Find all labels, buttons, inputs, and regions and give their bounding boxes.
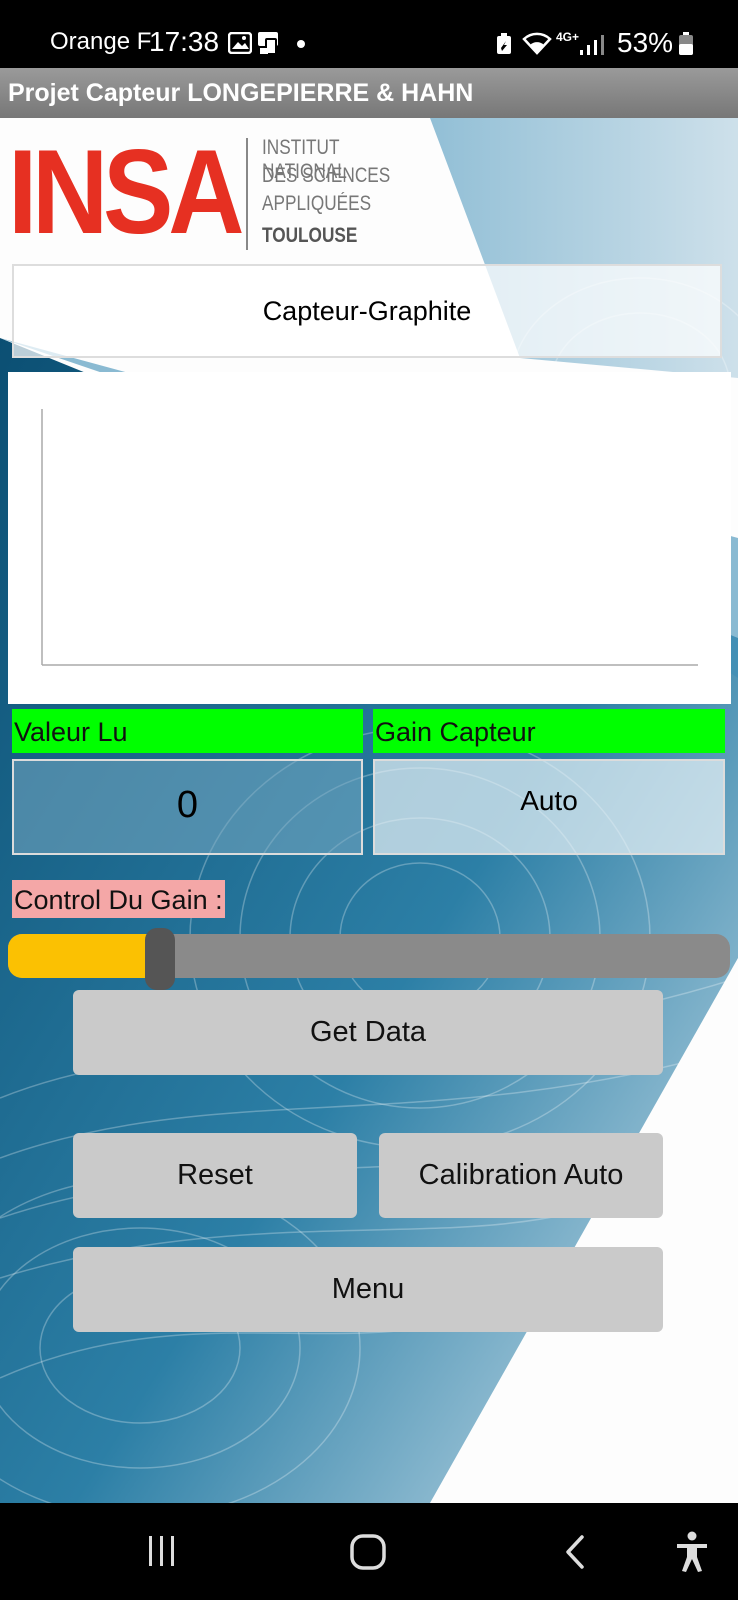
network-type: 4G+ (556, 30, 580, 44)
value-read-display: 0 (12, 759, 363, 855)
sensor-gain-label: Gain Capteur (373, 709, 725, 753)
status-bar: Orange F 17:38 4G+ 53% (0, 0, 738, 68)
logo-line-3: APPLIQUÉES (262, 192, 372, 215)
battery-percent: 53% (617, 27, 674, 58)
signal-icon (580, 35, 604, 55)
logo-divider (246, 138, 248, 250)
menu-button[interactable]: Menu (73, 1247, 663, 1332)
logo-wordmark: INSA (8, 125, 244, 259)
battery-saver-icon (497, 33, 511, 54)
home-icon[interactable] (348, 1533, 388, 1571)
logo-line-4: TOULOUSE (262, 224, 358, 247)
carrier-name: Orange F (50, 28, 152, 55)
app-title: Projet Capteur LONGEPIERRE & HAHN (8, 79, 474, 107)
reset-button[interactable]: Reset (73, 1133, 357, 1218)
battery-icon (679, 32, 693, 55)
gallery-icon (228, 32, 252, 54)
chart-plot-area (41, 409, 698, 666)
value-read: 0 (176, 784, 199, 826)
get-data-button[interactable]: Get Data (73, 990, 663, 1075)
gain-slider-thumb[interactable] (145, 928, 175, 990)
system-navigation-bar (0, 1503, 738, 1600)
sensor-gain-display: Auto (373, 759, 725, 855)
back-icon[interactable] (560, 1533, 590, 1571)
gain-slider-fill (8, 934, 160, 978)
recents-icon[interactable] (142, 1533, 182, 1569)
gain-slider[interactable] (8, 928, 730, 990)
calibration-auto-button[interactable]: Calibration Auto (379, 1133, 663, 1218)
accessibility-icon[interactable] (674, 1531, 710, 1573)
device-name-display: Capteur-Graphite (12, 264, 722, 358)
app-title-bar: Projet Capteur LONGEPIERRE & HAHN (0, 68, 738, 118)
value-read-label: Valeur Lu (12, 709, 363, 753)
notification-dot-icon (297, 40, 305, 48)
data-chart (8, 372, 731, 704)
device-name: Capteur-Graphite (262, 295, 472, 326)
wifi-icon (522, 32, 552, 55)
gain-control-label: Control Du Gain : (12, 880, 225, 918)
logo-line-2: DES SCIENCES (262, 164, 391, 187)
sensor-gain-value: Auto (520, 785, 578, 816)
cast-icon (258, 32, 278, 55)
clock: 17:38 (149, 26, 220, 57)
insa-logo: INSA INSTITUT NATIONAL DES SCIENCES APPL… (8, 125, 428, 259)
